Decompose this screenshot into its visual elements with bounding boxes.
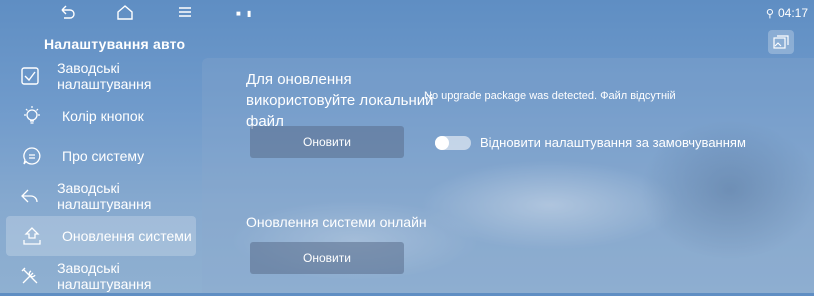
sidebar-item-label: Заводські налаштування (57, 260, 152, 292)
gallery-button[interactable] (768, 30, 794, 54)
local-update-title: Для оновлення використовуйте локальний ф… (246, 71, 434, 130)
back-arrow-icon (14, 185, 45, 207)
status-clock: ⚲ 04:17 (766, 6, 808, 20)
gallery-icon (773, 35, 789, 49)
location-icon: ⚲ (765, 8, 774, 20)
toggle-knob (435, 136, 449, 150)
upload-icon (14, 225, 50, 247)
status-bar: ■ ▮ ⚲ 04:17 (0, 0, 814, 26)
lightbulb-icon (14, 105, 50, 127)
sidebar-item-button-color[interactable]: Колір кнопок (6, 96, 196, 136)
restore-default-toggle[interactable] (435, 136, 471, 150)
message-icon (14, 145, 50, 167)
back-icon[interactable] (58, 4, 76, 20)
no-upgrade-message: No upgrade package was detected. Файл ві… (424, 90, 676, 102)
tools-icon (14, 265, 45, 287)
local-update-button[interactable]: Оновити (250, 126, 404, 158)
notification-indicators: ■ ▮ (236, 9, 254, 18)
sidebar-item-label: Заводські налаштування (57, 180, 152, 212)
online-update-button[interactable]: Оновити (250, 242, 404, 274)
sidebar: Налаштування авто Заводські налаштування… (0, 26, 200, 293)
restore-default-label: Відновити налаштування за замовчуванням (480, 135, 746, 150)
home-icon[interactable] (116, 4, 134, 20)
sidebar-item-label: Про систему (62, 148, 145, 164)
sidebar-title: Налаштування авто (44, 36, 186, 52)
sidebar-item-factory-settings-2[interactable]: Заводські налаштування (6, 176, 196, 216)
clock-time: 04:17 (777, 6, 808, 20)
sidebar-item-system-update[interactable]: Оновлення системи (6, 216, 196, 256)
sidebar-item-label: Заводські налаштування (57, 60, 152, 92)
online-update-title: Оновлення системи онлайн (246, 214, 427, 230)
checkbox-icon (14, 65, 45, 87)
menu-icon[interactable] (176, 4, 194, 20)
sidebar-item-factory-settings[interactable]: Заводські налаштування (6, 56, 196, 96)
sidebar-item-factory-settings-3[interactable]: Заводські налаштування (6, 256, 196, 296)
sidebar-item-label: Оновлення системи (62, 228, 192, 244)
sidebar-item-about-system[interactable]: Про систему (6, 136, 196, 176)
sidebar-item-label: Колір кнопок (62, 108, 144, 124)
